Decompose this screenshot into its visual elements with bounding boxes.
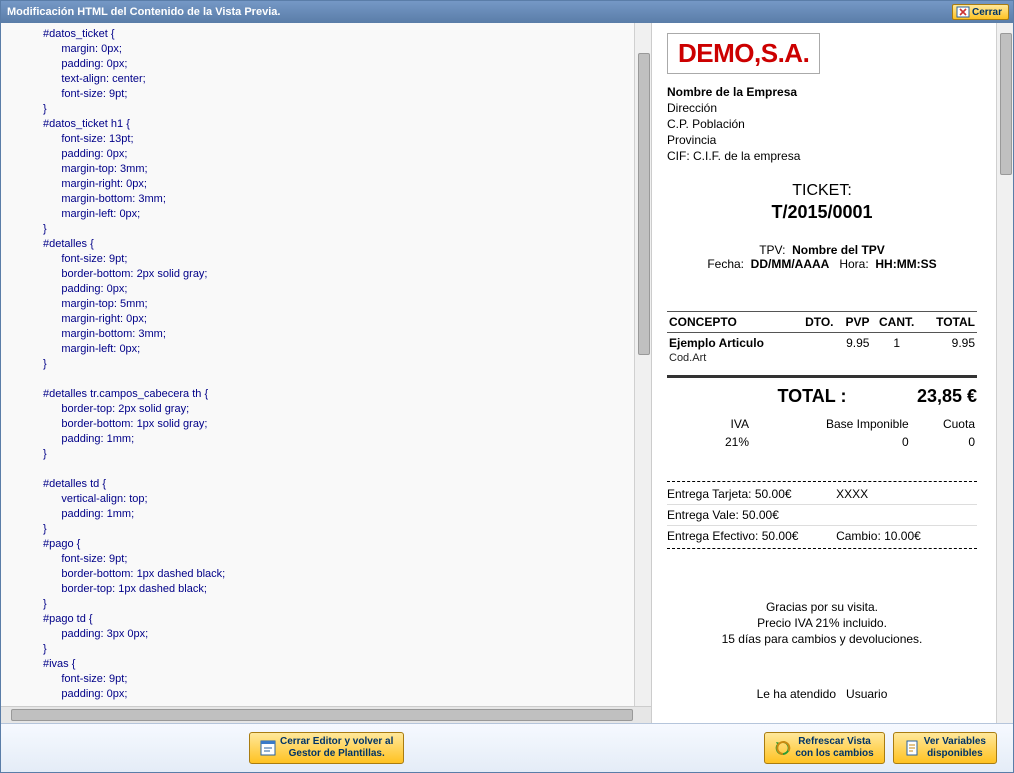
refresh-icon bbox=[775, 740, 791, 756]
payment-extra bbox=[836, 508, 977, 522]
content: #datos_ticket { margin: 0px; padding: 0p… bbox=[1, 23, 1013, 723]
preview-vertical-scrollbar[interactable] bbox=[996, 23, 1013, 723]
footer-message: Gracias por su visita. Precio IVA 21% in… bbox=[667, 599, 977, 647]
iva-label: IVA bbox=[667, 415, 751, 433]
editor-pane: #datos_ticket { margin: 0px; padding: 0p… bbox=[1, 23, 652, 723]
date-value: DD/MM/AAAA bbox=[751, 257, 830, 271]
payment-row: Entrega Tarjeta: 50.00€ XXXX bbox=[667, 484, 977, 505]
refresh-label: Refrescar Vista con los cambios bbox=[795, 736, 873, 760]
item-cant: 1 bbox=[871, 333, 921, 368]
attended-value: Usuario bbox=[846, 687, 887, 701]
item-code: Cod.Art bbox=[669, 352, 706, 364]
col-total: TOTAL bbox=[922, 312, 977, 333]
payment-label: Entrega Vale: 50.00€ bbox=[667, 508, 836, 522]
payment-row: Entrega Vale: 50.00€ bbox=[667, 505, 977, 526]
close-editor-label: Cerrar Editor y volver al Gestor de Plan… bbox=[280, 736, 393, 760]
bottom-bar: Cerrar Editor y volver al Gestor de Plan… bbox=[1, 723, 1013, 772]
close-editor-button[interactable]: Cerrar Editor y volver al Gestor de Plan… bbox=[249, 732, 404, 764]
item-total: 9.95 bbox=[922, 333, 977, 368]
payment-extra: Cambio: 10.00€ bbox=[836, 529, 977, 543]
payment-row: Entrega Efectivo: 50.00€ Cambio: 10.00€ bbox=[667, 526, 977, 546]
ticket-number: T/2015/0001 bbox=[667, 202, 977, 223]
editor-icon bbox=[260, 740, 276, 756]
tpv-label: TPV: bbox=[759, 243, 785, 257]
code-editor[interactable]: #datos_ticket { margin: 0px; padding: 0p… bbox=[1, 23, 651, 706]
company-name: Nombre de la Empresa bbox=[667, 84, 977, 100]
company-address: Dirección bbox=[667, 100, 977, 116]
logo: DEMO,S.A. bbox=[667, 33, 820, 74]
scrollbar-thumb[interactable] bbox=[638, 53, 650, 355]
payment-section: Entrega Tarjeta: 50.00€ XXXX Entrega Val… bbox=[667, 481, 977, 549]
table-header-row: CONCEPTO DTO. PVP CANT. TOTAL bbox=[667, 312, 977, 333]
attended-label: Le ha atendido bbox=[757, 687, 836, 701]
cuota-label: Cuota bbox=[911, 415, 977, 433]
refresh-button[interactable]: Refrescar Vista con los cambios bbox=[764, 732, 884, 764]
footer-line: Precio IVA 21% incluido. bbox=[667, 615, 977, 631]
close-button-label: Cerrar bbox=[972, 7, 1002, 18]
ticket-label: TICKET: bbox=[667, 182, 977, 200]
preview-pane[interactable]: DEMO,S.A. Nombre de la Empresa Dirección… bbox=[652, 23, 1013, 723]
payment-label: Entrega Efectivo: 50.00€ bbox=[667, 529, 836, 543]
scrollbar-thumb[interactable] bbox=[11, 709, 633, 721]
footer-line: 15 días para cambios y devoluciones. bbox=[667, 631, 977, 647]
col-dto: DTO. bbox=[794, 312, 836, 333]
payment-label: Entrega Tarjeta: 50.00€ bbox=[667, 487, 836, 501]
window-title: Modificación HTML del Contenido de la Vi… bbox=[5, 6, 952, 18]
date-label: Fecha: bbox=[707, 257, 744, 271]
table-row: Ejemplo Articulo Cod.Art 9.95 1 9.95 bbox=[667, 333, 977, 368]
iva-table: IVA Base Imponible Cuota 21% 0 0 bbox=[667, 415, 977, 451]
editor-vertical-scrollbar[interactable] bbox=[634, 23, 651, 706]
col-concepto: CONCEPTO bbox=[667, 312, 794, 333]
ticket-meta: TPV: Nombre del TPV Fecha: DD/MM/AAAA Ho… bbox=[667, 243, 977, 271]
variables-label: Ver Variables disponibles bbox=[924, 736, 986, 760]
company-info: Nombre de la Empresa Dirección C.P. Pobl… bbox=[667, 84, 977, 164]
total-line: TOTAL : 23,85 € bbox=[667, 375, 977, 415]
iva-value: 21% bbox=[667, 433, 751, 451]
time-value: HH:MM:SS bbox=[875, 257, 936, 271]
total-value: 23,85 € bbox=[917, 386, 977, 407]
items-table: CONCEPTO DTO. PVP CANT. TOTAL Ejemplo Ar… bbox=[667, 311, 977, 367]
titlebar: Modificación HTML del Contenido de la Vi… bbox=[1, 1, 1013, 23]
item-name: Ejemplo Articulo bbox=[669, 336, 764, 350]
base-value: 0 bbox=[751, 433, 911, 451]
tpv-value: Nombre del TPV bbox=[792, 243, 885, 257]
company-province: Provincia bbox=[667, 132, 977, 148]
footer-line: Gracias por su visita. bbox=[667, 599, 977, 615]
scrollbar-thumb[interactable] bbox=[1000, 33, 1012, 175]
item-pvp: 9.95 bbox=[836, 333, 872, 368]
variables-button[interactable]: Ver Variables disponibles bbox=[893, 732, 997, 764]
col-cant: CANT. bbox=[871, 312, 921, 333]
total-label: TOTAL : bbox=[667, 386, 917, 407]
base-label: Base Imponible bbox=[751, 415, 911, 433]
window: Modificación HTML del Contenido de la Vi… bbox=[0, 0, 1014, 773]
company-cif: CIF: C.I.F. de la empresa bbox=[667, 148, 977, 164]
item-dto bbox=[794, 333, 836, 368]
close-icon bbox=[956, 6, 970, 18]
col-pvp: PVP bbox=[836, 312, 872, 333]
company-city: C.P. Población bbox=[667, 116, 977, 132]
document-icon bbox=[904, 740, 920, 756]
payment-extra: XXXX bbox=[836, 487, 977, 501]
close-button[interactable]: Cerrar bbox=[952, 4, 1009, 20]
editor-scroll[interactable]: #datos_ticket { margin: 0px; padding: 0p… bbox=[1, 23, 651, 706]
time-label: Hora: bbox=[839, 257, 868, 271]
editor-horizontal-scrollbar[interactable] bbox=[1, 706, 651, 723]
cuota-value: 0 bbox=[911, 433, 977, 451]
receipt: DEMO,S.A. Nombre de la Empresa Dirección… bbox=[667, 33, 977, 701]
attended-line: Le ha atendido Usuario bbox=[667, 687, 977, 701]
